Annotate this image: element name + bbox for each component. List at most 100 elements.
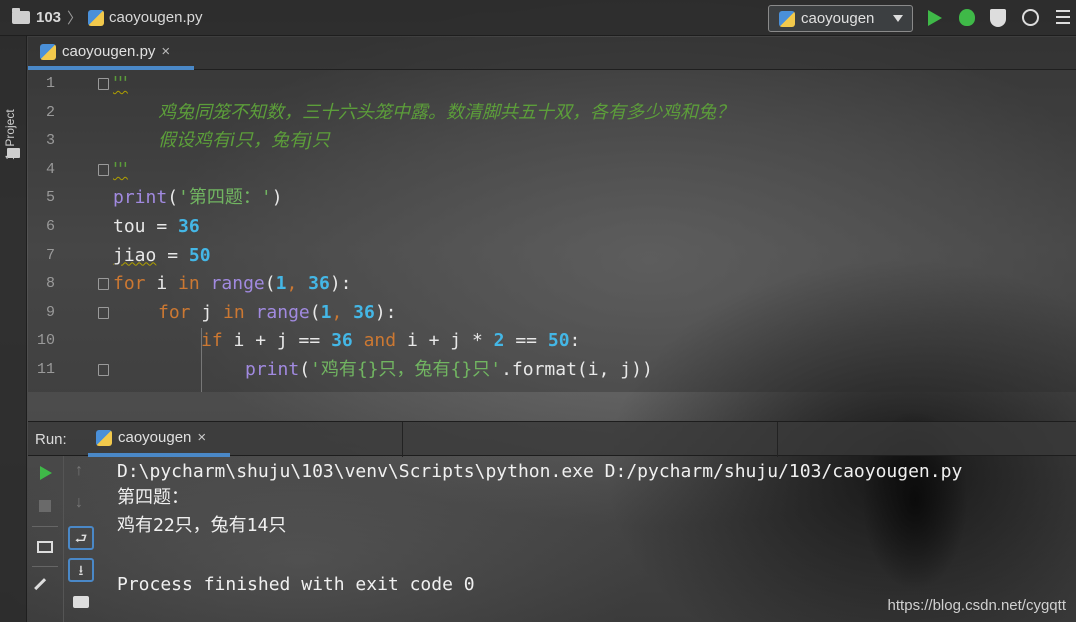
profile-icon[interactable] (1022, 9, 1039, 26)
code-token: = (156, 244, 189, 266)
code-token: , (331, 301, 354, 323)
string-literal: '鸡有{}只，兔有{}只' (310, 359, 502, 380)
layout-icon[interactable] (37, 541, 53, 553)
code-token: ) (271, 187, 283, 209)
run-label: Run: (35, 431, 67, 448)
line-number: 5 (45, 189, 55, 207)
number-literal: 36 (178, 216, 200, 237)
code-token: i + j == (222, 330, 332, 352)
editor-tab-bar: caoyougen.py × (28, 37, 1076, 70)
docstring-text: 假设鸡有i只，兔有j只 (158, 130, 331, 152)
print-icon[interactable] (73, 596, 89, 608)
toolbar-separator (32, 526, 58, 527)
fold-marker-icon[interactable] (98, 163, 109, 176)
docstring-open: ''' (113, 73, 128, 94)
keyword: in (223, 301, 245, 323)
code-token: ( (264, 273, 276, 295)
builtin-range: range (210, 273, 265, 295)
coverage-icon[interactable] (990, 9, 1006, 27)
code-token: .format(i, j)) (501, 359, 653, 380)
python-icon (96, 429, 112, 446)
fold-marker-icon[interactable] (98, 306, 109, 319)
number-literal: 1 (275, 273, 287, 295)
toolbar-divider (63, 456, 64, 622)
soft-wrap-icon[interactable]: ⮐ (68, 526, 94, 550)
watermark: https://blog.csdn.net/cygqtt (887, 597, 1066, 614)
code-line: 8 for i in range(1, 36): (28, 270, 1076, 299)
variable-name: jiao (113, 244, 157, 266)
code-token: ( (299, 359, 311, 380)
navigation-bar: 103 〉 caoyougen.py caoyougen (0, 0, 1076, 36)
fold-marker-icon[interactable] (98, 364, 109, 376)
run-icon[interactable] (928, 10, 942, 26)
code-token: ( (167, 187, 179, 209)
close-icon[interactable]: × (161, 43, 170, 60)
console-line: 第四题： (117, 487, 189, 508)
code-line: 4 ''' (28, 156, 1076, 185)
editor-tab-caoyougen[interactable]: caoyougen.py × (28, 37, 194, 70)
code-token: ): (374, 301, 397, 323)
rerun-icon[interactable] (40, 466, 52, 480)
console-line: D:\pycharm\shuju\103\venv\Scripts\python… (117, 461, 963, 482)
console-line: 鸡有22只，兔有14只 (117, 515, 287, 536)
code-line: 2 鸡兔同笼不知数，三十六头笼中露。数清脚共五十双，各有多少鸡和兔？ (28, 99, 1076, 128)
code-line: 6 tou = 36 (28, 213, 1076, 242)
code-token: , (286, 273, 309, 295)
code-line: 7 jiao = 50 (28, 242, 1076, 271)
run-toolbar: ↑ ↓ ⮐ ⭳ (28, 456, 100, 622)
debug-icon[interactable] (959, 9, 975, 26)
stop-icon[interactable] (39, 500, 51, 512)
scroll-to-end-icon[interactable]: ⭳ (68, 558, 94, 582)
number-literal: 36 (308, 273, 330, 295)
line-number: 8 (45, 275, 55, 293)
code-line: 11 print('鸡有{}只，兔有{}只'.format(i, j)) (28, 356, 1076, 385)
left-tool-strip: 1: Project (0, 36, 27, 622)
code-line: 10 if i + j == 36 and i + j * 2 == 50: (28, 327, 1076, 356)
console-output[interactable]: D:\pycharm\shuju\103\venv\Scripts\python… (117, 458, 1067, 618)
string-literal: '第四题：' (178, 187, 272, 209)
builtin-range: range (255, 301, 310, 323)
run-configuration-select[interactable]: caoyougen (768, 5, 913, 32)
fold-marker-icon[interactable] (98, 78, 109, 90)
code-token: j (190, 301, 224, 323)
run-configuration-label: caoyougen (801, 10, 875, 27)
arrow-up-icon[interactable]: ↑ (75, 462, 83, 480)
run-tab-caoyougen[interactable]: caoyougen × (88, 422, 230, 457)
close-icon[interactable]: × (197, 429, 206, 446)
docstring-text: 鸡兔同笼不知数，三十六头笼中露。数清脚共五十双，各有多少鸡和兔？ (158, 101, 734, 123)
number-literal: 36 (353, 301, 375, 323)
keyword: and (363, 330, 397, 352)
line-number: 1 (45, 75, 55, 92)
more-actions-icon[interactable] (1056, 10, 1070, 24)
python-file-icon (40, 43, 56, 60)
run-tab-label: caoyougen (118, 429, 192, 446)
code-line: 1 ''' (28, 70, 1076, 99)
line-number: 2 (45, 103, 55, 121)
line-number: 9 (45, 303, 55, 321)
line-number: 7 (45, 246, 55, 264)
line-number: 4 (45, 160, 55, 178)
line-number: 6 (45, 218, 55, 235)
code-token: i (145, 273, 179, 295)
code-editor[interactable]: 1 ''' 2 鸡兔同笼不知数，三十六头笼中露。数清脚共五十双，各有多少鸡和兔？… (28, 70, 1076, 392)
code-token: ( (309, 301, 321, 323)
keyword: in (178, 273, 200, 295)
pin-icon[interactable] (34, 578, 54, 598)
panel-divider (777, 422, 778, 457)
arrow-down-icon[interactable]: ↓ (75, 494, 83, 512)
line-number: 3 (45, 132, 55, 150)
breadcrumb-file[interactable]: caoyougen.py (109, 9, 202, 26)
python-file-icon (88, 9, 105, 26)
code-line: 3 假设鸡有i只，兔有j只 (28, 127, 1076, 156)
code-token: : (569, 330, 581, 352)
builtin-print: print (113, 187, 168, 209)
code-token: == (504, 330, 548, 352)
code-token: ): (329, 273, 352, 295)
code-token: i + j * (396, 330, 494, 352)
breadcrumb-folder[interactable]: 103 (36, 9, 61, 26)
docstring-close: ''' (113, 158, 128, 180)
fold-marker-icon[interactable] (98, 278, 109, 291)
folder-icon (12, 8, 30, 24)
